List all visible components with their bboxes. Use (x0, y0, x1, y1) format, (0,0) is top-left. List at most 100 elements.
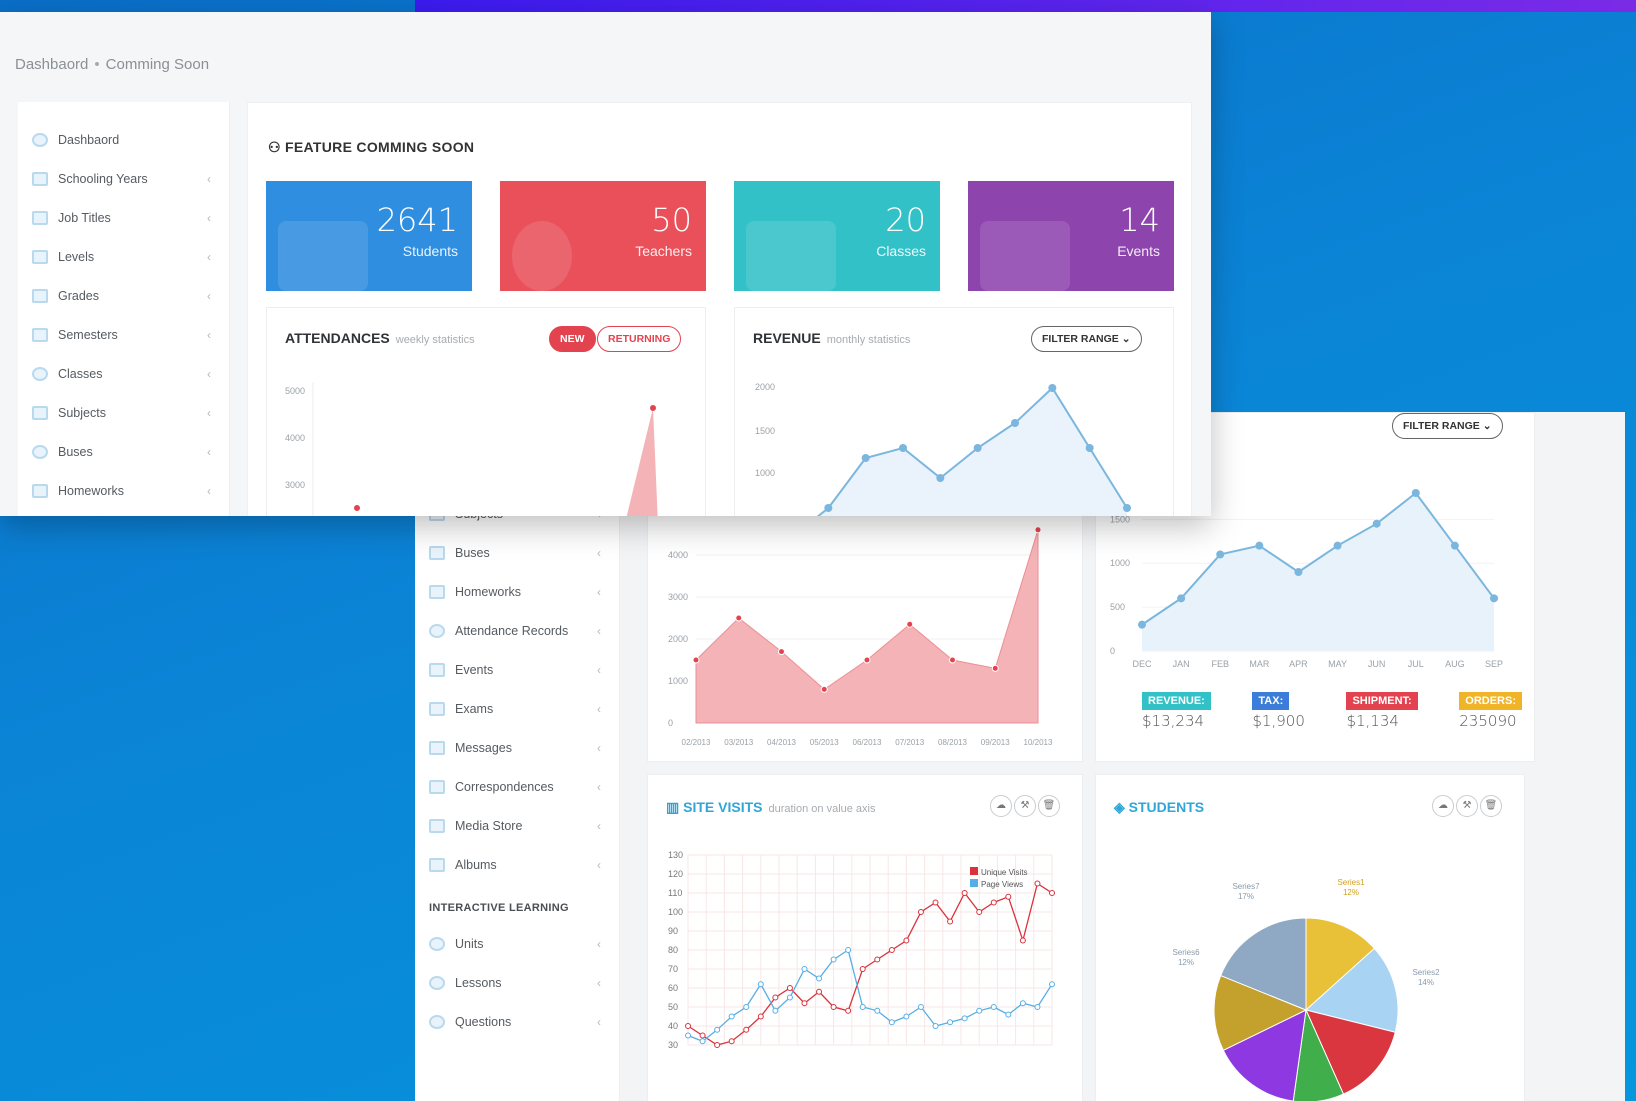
series-point (961, 890, 968, 896)
chevron-left-icon: ‹ (597, 780, 601, 794)
upload-icon[interactable]: ☁ (990, 795, 1012, 817)
sidebar-item-correspondences[interactable]: Correspondences ‹ (415, 767, 619, 807)
breadcrumb-root[interactable]: Dashbaord (15, 56, 88, 73)
x-tick: MAR (1249, 659, 1270, 669)
y-tick: 70 (668, 964, 678, 974)
x-tick: JAN (1173, 659, 1190, 669)
attendances-card: ATTENDANCES weekly statistics NEW RETURNI… (266, 307, 706, 516)
series-point (1049, 981, 1055, 988)
sidebar-item-semesters[interactable]: Semesters ‹ (18, 315, 229, 355)
sidebar-item-attendance-records[interactable]: Attendance Records ‹ (415, 611, 619, 651)
sidebar-item-buses[interactable]: Buses ‹ (415, 533, 619, 573)
series-point (1019, 937, 1026, 944)
series-point (816, 975, 823, 982)
chevron-left-icon: ‹ (207, 406, 211, 420)
upload-icon[interactable]: ☁ (1432, 795, 1454, 817)
stat-tile-teachers[interactable]: 50 Teachers (500, 181, 706, 291)
breadcrumb-current: Comming Soon (105, 56, 210, 73)
wrench-icon[interactable]: ⚒ (1456, 795, 1478, 817)
wrench-icon[interactable]: ⚒ (1014, 795, 1036, 817)
revenue-point (1216, 550, 1225, 559)
revenue-point (1333, 541, 1342, 550)
revenue-point (824, 504, 833, 512)
sidebar: Dashbaord Schooling Years ‹ Job Titles ‹ L… (18, 102, 230, 516)
series-point (917, 1004, 924, 1010)
bus-icon (429, 546, 445, 560)
series-point (990, 1004, 997, 1010)
sidebar-item-levels[interactable]: Levels ‹ (18, 237, 229, 277)
revenue-point (1450, 541, 1459, 550)
revenue-badges: REVENUE: $13,234 TAX: $1,900 SHIPMENT: $1,1… (1142, 691, 1522, 730)
series-point (757, 981, 764, 988)
filter-range-button[interactable]: FILTER RANGE ⌄ (1392, 413, 1503, 439)
list-icon (32, 328, 48, 342)
attendance-point (863, 656, 871, 664)
series-point (976, 1007, 983, 1014)
sidebar-item-exams[interactable]: Exams ‹ (415, 689, 619, 729)
revenue-point (899, 444, 907, 452)
series-point (728, 1013, 735, 1020)
revenue-chart-top (816, 384, 1131, 516)
sidebar-item-homeworks[interactable]: Homeworks ‹ (18, 471, 229, 511)
sidebar-item-media-store[interactable]: Media Store ‹ (415, 806, 619, 846)
sidebar-item-schooling-years[interactable]: Schooling Years ‹ (18, 159, 229, 199)
home-icon (32, 133, 48, 147)
chevron-left-icon: ‹ (597, 1015, 601, 1029)
trash-icon[interactable]: 🗑 (1480, 795, 1502, 817)
sidebar-item-albums[interactable]: Albums ‹ (415, 845, 619, 885)
series-point (845, 947, 852, 953)
attendances-chart: 4000 3000 2000 1000 0 02/2013 03/2013 04/2013 05… (668, 526, 1053, 747)
sidebar-item-events[interactable]: Events ‹ (415, 650, 619, 690)
y-tick: 0 (1110, 646, 1115, 656)
attendance-point (991, 664, 999, 672)
pie-label-percent: 14% (1418, 978, 1434, 987)
pie-label-percent: 12% (1343, 888, 1359, 897)
attendance-point (735, 614, 743, 622)
students-title: STUDENTS (1128, 799, 1205, 815)
revenue-area (1142, 493, 1494, 651)
x-tick: SEP (1485, 659, 1503, 669)
sidebar-item-classes[interactable]: Classes ‹ (18, 354, 229, 394)
list-icon (429, 741, 445, 755)
revenue-point (1123, 504, 1131, 512)
sidebar-item-grades[interactable]: Grades ‹ (18, 276, 229, 316)
y-tick: 3000 (668, 592, 688, 602)
y-tick: 1000 (1110, 558, 1130, 568)
stat-tile-events[interactable]: 14 Events (968, 181, 1174, 291)
x-tick: 10/2013 (1024, 738, 1053, 747)
edit-icon (429, 858, 445, 872)
sidebar-item-dashboard[interactable]: Dashbaord (18, 120, 229, 160)
stat-tile-students[interactable]: 2641 Students (266, 181, 472, 291)
chevron-left-icon: ‹ (597, 663, 601, 677)
y-tick: 30 (668, 1040, 678, 1050)
revenue-point (861, 454, 870, 462)
envelope-icon (980, 221, 1070, 291)
students-card: ◈ STUDENTS ☁ ⚒ 🗑 Series1 12% Series2 14% Ser… (1095, 774, 1525, 1101)
trash-icon[interactable]: 🗑 (1038, 795, 1060, 817)
pie-label-percent: 12% (1178, 958, 1194, 967)
globe-icon (429, 1015, 445, 1029)
attendance-area-top (626, 408, 658, 516)
chevron-left-icon: ‹ (597, 819, 601, 833)
series-point (685, 1032, 691, 1039)
series-point (859, 966, 866, 972)
stat-tile-classes[interactable]: 20 Classes (734, 181, 940, 291)
series-point (786, 994, 793, 1001)
sidebar-item-job-titles[interactable]: Job Titles ‹ (18, 198, 229, 238)
pie-label: Series7 (1232, 882, 1260, 891)
revenue-point (1048, 384, 1057, 392)
sidebar-item-lessons[interactable]: Lessons ‹ (415, 963, 619, 1003)
sidebar-item-buses[interactable]: Buses ‹ (18, 432, 229, 472)
chevron-left-icon: ‹ (597, 858, 601, 872)
series-point (816, 988, 823, 995)
chevron-left-icon: ‹ (597, 585, 601, 599)
x-tick: DEC (1132, 659, 1152, 669)
sidebar-item-homeworks[interactable]: Homeworks ‹ (415, 572, 619, 612)
attendance-point (820, 685, 828, 693)
sidebar-item-questions[interactable]: Questions ‹ (415, 1002, 619, 1042)
sidebar-item-messages[interactable]: Messages ‹ (415, 728, 619, 768)
revenue-point (1138, 620, 1146, 629)
check-icon (429, 624, 445, 638)
sidebar-item-subjects[interactable]: Subjects‹ (18, 393, 229, 433)
sidebar-item-units[interactable]: Units ‹ (415, 924, 619, 964)
